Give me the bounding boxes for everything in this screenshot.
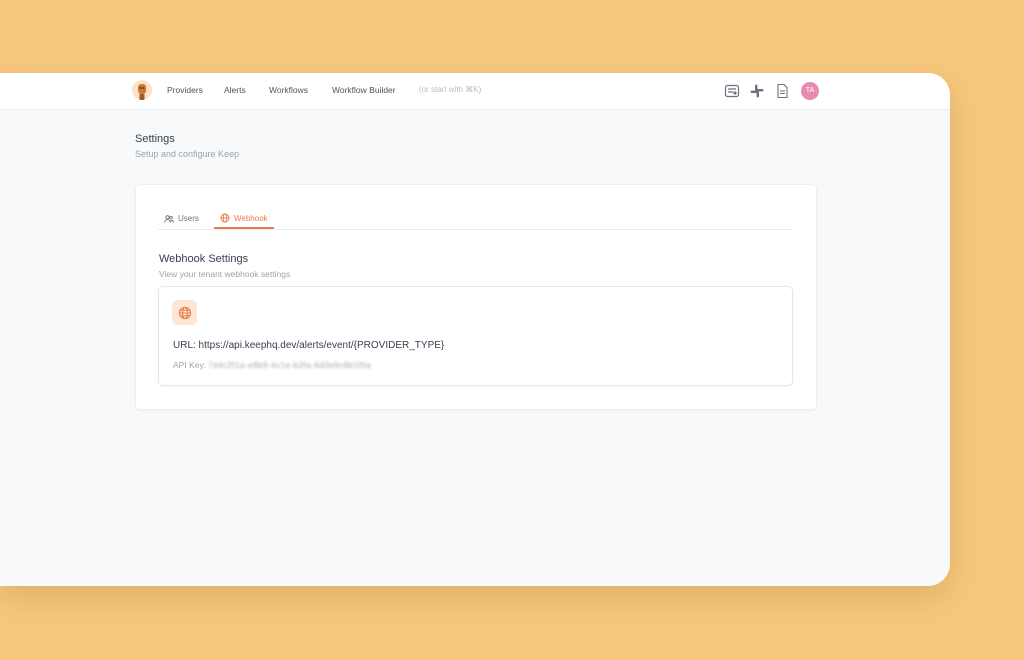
webhook-details-card: URL: https://api.keephq.dev/alerts/event… (158, 286, 793, 386)
user-avatar[interactable]: TA (801, 82, 819, 100)
nav-workflows[interactable]: Workflows (269, 85, 308, 95)
nav-providers[interactable]: Providers (167, 85, 203, 95)
page-subtitle: Setup and configure Keep (135, 149, 240, 159)
tab-users-label: Users (178, 214, 199, 223)
app-window: Providers Alerts Workflows Workflow Buil… (0, 73, 950, 586)
docs-icon[interactable] (774, 83, 790, 99)
webhook-url[interactable]: URL: https://api.keephq.dev/alerts/event… (173, 340, 444, 351)
globe-icon (220, 213, 230, 223)
command-hint: (or start with ⌘K) (419, 85, 482, 94)
slack-icon[interactable] (749, 83, 765, 99)
api-key-value[interactable]: 7d4c2f1a-e8b9-4c1e-b2fa-6d3e9c8b1f0a (208, 361, 371, 370)
settings-card: Users Webhook Webhook Settings View your… (135, 184, 817, 410)
webhook-settings-subtitle: View your tenant webhook settings (159, 269, 291, 279)
users-icon (164, 214, 174, 223)
page-title: Settings (135, 133, 175, 145)
api-key-label: API Key: (173, 360, 207, 370)
globe-icon (178, 306, 191, 319)
settings-tabs: Users Webhook (158, 209, 792, 230)
keep-icon[interactable] (724, 83, 740, 99)
nav-alerts[interactable]: Alerts (224, 85, 246, 95)
webhook-globe-badge (172, 300, 197, 325)
tab-users[interactable]: Users (164, 209, 199, 228)
tab-webhook[interactable]: Webhook (214, 209, 274, 229)
top-navbar: Providers Alerts Workflows Workflow Buil… (0, 73, 950, 110)
webhook-settings-title: Webhook Settings (159, 253, 249, 265)
webhook-api-key: API Key: 7d4c2f1a-e8b9-4c1e-b2fa-6d3e9c8… (173, 360, 371, 370)
keep-logo-icon[interactable] (131, 79, 153, 103)
nav-workflow-builder[interactable]: Workflow Builder (332, 85, 396, 95)
tab-webhook-label: Webhook (234, 213, 268, 223)
